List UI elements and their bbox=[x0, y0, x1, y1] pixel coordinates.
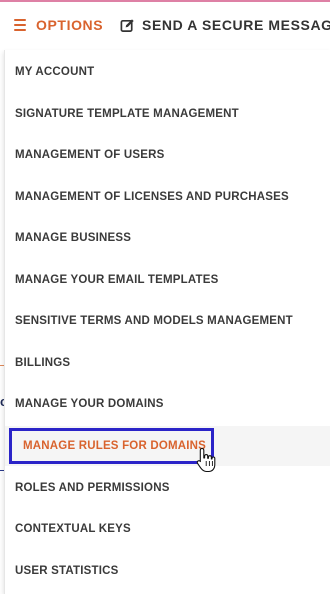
menu-item-label: MANAGEMENT OF LICENSES AND PURCHASES bbox=[15, 191, 289, 203]
menu-item[interactable]: CONTEXTUAL KEYS bbox=[5, 509, 330, 549]
menu-item[interactable]: MANAGEMENT OF USERS bbox=[5, 135, 330, 175]
top-accent-line bbox=[0, 0, 330, 2]
menu-item-label: MANAGE BUSINESS bbox=[15, 232, 132, 244]
menu-item[interactable]: ROLES AND PERMISSIONS bbox=[5, 468, 330, 508]
menu-item[interactable]: BILLINGS bbox=[5, 343, 330, 383]
menu-item-label: ROLES AND PERMISSIONS bbox=[15, 482, 170, 494]
hand-pointer-icon bbox=[196, 447, 216, 473]
menu-item-label: MANAGE YOUR EMAIL TEMPLATES bbox=[15, 274, 219, 286]
options-label: OPTIONS bbox=[36, 17, 104, 33]
menu-item-label: USER STATISTICS bbox=[15, 565, 119, 577]
menu-item[interactable]: USER STATISTICS bbox=[5, 551, 330, 591]
menu-item-label: SIGNATURE TEMPLATE MANAGEMENT bbox=[15, 108, 239, 120]
menu-item[interactable]: SIGNATURE TEMPLATE MANAGEMENT bbox=[5, 94, 330, 134]
menu-item-label: MANAGEMENT OF USERS bbox=[15, 149, 165, 161]
menu-item[interactable]: MY ACCOUNT bbox=[5, 52, 330, 92]
send-label: SEND A SECURE MESSAGE bbox=[142, 17, 330, 33]
menu-item-label: MANAGE YOUR DOMAINS bbox=[15, 398, 164, 410]
menu-item-label: CONTEXTUAL KEYS bbox=[15, 523, 131, 535]
menu-item-label: MY ACCOUNT bbox=[15, 66, 95, 78]
menu-item[interactable]: MANAGE RULES FOR DOMAINS bbox=[5, 426, 330, 466]
edit-icon bbox=[120, 18, 134, 32]
menu-item[interactable]: MANAGEMENT OF LICENSES AND PURCHASES bbox=[5, 177, 330, 217]
send-secure-message-button[interactable]: SEND A SECURE MESSAGE bbox=[120, 15, 330, 35]
menu-item[interactable]: MANAGE YOUR EMAIL TEMPLATES bbox=[5, 260, 330, 300]
hamburger-icon bbox=[14, 19, 26, 31]
options-dropdown-menu: MY ACCOUNT SIGNATURE TEMPLATE MANAGEMENT M… bbox=[4, 50, 330, 594]
menu-item-label: SENSITIVE TERMS AND MODELS MANAGEMENT bbox=[15, 315, 293, 327]
menu-item[interactable]: MANAGE BUSINESS bbox=[5, 218, 330, 258]
menu-item[interactable]: SENSITIVE TERMS AND MODELS MANAGEMENT bbox=[5, 301, 330, 341]
top-navigation-bar: OPTIONS SEND A SECURE MESSAGE bbox=[0, 0, 330, 50]
menu-item-label: BILLINGS bbox=[15, 357, 71, 369]
menu-item[interactable]: MANAGE YOUR DOMAINS bbox=[5, 384, 330, 424]
menu-item-label: MANAGE RULES FOR DOMAINS bbox=[9, 428, 215, 464]
options-menu-button[interactable]: OPTIONS bbox=[14, 15, 103, 35]
